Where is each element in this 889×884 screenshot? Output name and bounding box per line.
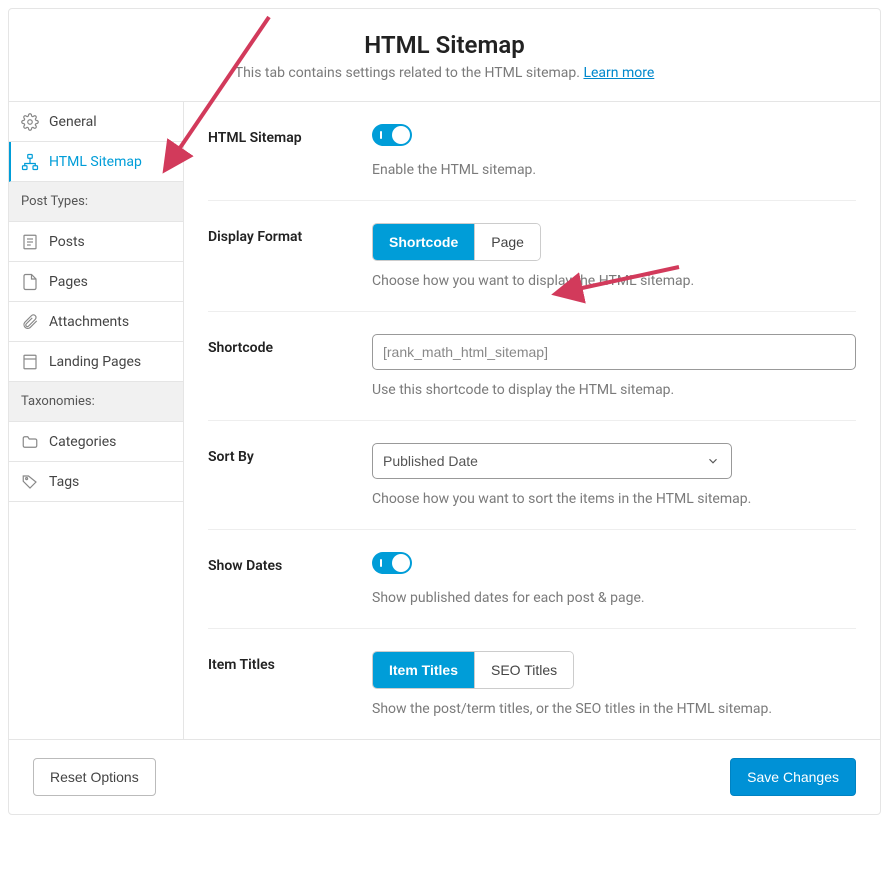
toggle-knob (392, 554, 410, 572)
sidebar-group-taxonomies: Taxonomies: (9, 382, 183, 422)
sidebar-group-label: Taxonomies: (21, 394, 95, 409)
setting-shortcode: Shortcode Use this shortcode to display … (208, 312, 856, 421)
sidebar-item-label: Pages (49, 274, 88, 290)
item-titles-segmented: Item Titles SEO Titles (372, 651, 574, 689)
toggle-on-indicator (380, 559, 382, 567)
setting-label: Display Format (208, 223, 372, 289)
sidebar-item-label: Landing Pages (49, 354, 141, 370)
sidebar-item-attachments[interactable]: Attachments (9, 302, 183, 342)
display-format-segmented: Shortcode Page (372, 223, 541, 261)
setting-label: Show Dates (208, 552, 372, 606)
sidebar-group-post-types: Post Types: (9, 182, 183, 222)
html-sitemap-toggle[interactable] (372, 124, 412, 146)
sidebar-item-label: Attachments (49, 314, 129, 330)
setting-control: Enable the HTML sitemap. (372, 124, 856, 178)
setting-desc: Show the post/term titles, or the SEO ti… (372, 701, 856, 717)
subtitle-text: This tab contains settings related to th… (235, 65, 584, 81)
setting-control: Item Titles SEO Titles Show the post/ter… (372, 651, 856, 717)
attachment-icon (21, 313, 39, 331)
item-titles-item[interactable]: Item Titles (373, 652, 474, 688)
setting-desc: Enable the HTML sitemap. (372, 162, 856, 178)
save-changes-button[interactable]: Save Changes (730, 758, 856, 796)
tag-icon (21, 473, 39, 491)
sitemap-icon (21, 153, 39, 171)
setting-sort-by: Sort By Published Date Choose how you wa… (208, 421, 856, 530)
gear-icon (21, 113, 39, 131)
settings-card: HTML Sitemap This tab contains settings … (8, 8, 881, 815)
sidebar-item-categories[interactable]: Categories (9, 422, 183, 462)
setting-control: Published Date Choose how you want to so… (372, 443, 856, 507)
sidebar-item-label: HTML Sitemap (49, 154, 142, 170)
sidebar-item-general[interactable]: General (9, 102, 183, 142)
landing-icon (21, 353, 39, 371)
sidebar-item-tags[interactable]: Tags (9, 462, 183, 502)
setting-label: HTML Sitemap (208, 124, 372, 178)
learn-more-link[interactable]: Learn more (583, 65, 654, 81)
settings-panel: HTML Sitemap Enable the HTML sitemap. Di… (184, 102, 880, 739)
toggle-on-indicator (380, 131, 382, 139)
setting-html-sitemap: HTML Sitemap Enable the HTML sitemap. (208, 102, 856, 201)
shortcode-input[interactable] (372, 334, 856, 370)
body: General HTML Sitemap Post Types: Posts P… (9, 102, 880, 739)
sidebar-item-landing-pages[interactable]: Landing Pages (9, 342, 183, 382)
setting-desc: Show published dates for each post & pag… (372, 590, 856, 606)
reset-options-button[interactable]: Reset Options (33, 758, 156, 796)
setting-control: Shortcode Page Choose how you want to di… (372, 223, 856, 289)
setting-desc: Choose how you want to sort the items in… (372, 491, 856, 507)
sidebar-item-pages[interactable]: Pages (9, 262, 183, 302)
setting-label: Item Titles (208, 651, 372, 717)
setting-desc: Choose how you want to display the HTML … (372, 273, 856, 289)
sidebar-item-label: Posts (49, 234, 85, 250)
show-dates-toggle[interactable] (372, 552, 412, 574)
sort-by-select[interactable]: Published Date (372, 443, 732, 479)
header: HTML Sitemap This tab contains settings … (9, 9, 880, 101)
setting-show-dates: Show Dates Show published dates for each… (208, 530, 856, 629)
item-titles-seo[interactable]: SEO Titles (474, 652, 573, 688)
posts-icon (21, 233, 39, 251)
setting-control: Show published dates for each post & pag… (372, 552, 856, 606)
display-format-shortcode[interactable]: Shortcode (373, 224, 474, 260)
sidebar-item-label: General (49, 114, 97, 130)
setting-item-titles: Item Titles Item Titles SEO Titles Show … (208, 629, 856, 739)
setting-control: Use this shortcode to display the HTML s… (372, 334, 856, 398)
toggle-knob (392, 126, 410, 144)
sidebar: General HTML Sitemap Post Types: Posts P… (9, 102, 184, 739)
sidebar-item-label: Tags (49, 474, 79, 490)
folder-icon (21, 433, 39, 451)
setting-display-format: Display Format Shortcode Page Choose how… (208, 201, 856, 312)
setting-desc: Use this shortcode to display the HTML s… (372, 382, 856, 398)
page-title: HTML Sitemap (29, 31, 860, 59)
sidebar-item-label: Categories (49, 434, 116, 450)
display-format-page[interactable]: Page (474, 224, 540, 260)
setting-label: Shortcode (208, 334, 372, 398)
sort-by-select-wrap: Published Date (372, 443, 732, 479)
footer: Reset Options Save Changes (9, 739, 880, 814)
page-subtitle: This tab contains settings related to th… (29, 65, 860, 81)
pages-icon (21, 273, 39, 291)
sidebar-item-html-sitemap[interactable]: HTML Sitemap (9, 142, 183, 182)
setting-label: Sort By (208, 443, 372, 507)
sidebar-group-label: Post Types: (21, 194, 88, 209)
sidebar-item-posts[interactable]: Posts (9, 222, 183, 262)
